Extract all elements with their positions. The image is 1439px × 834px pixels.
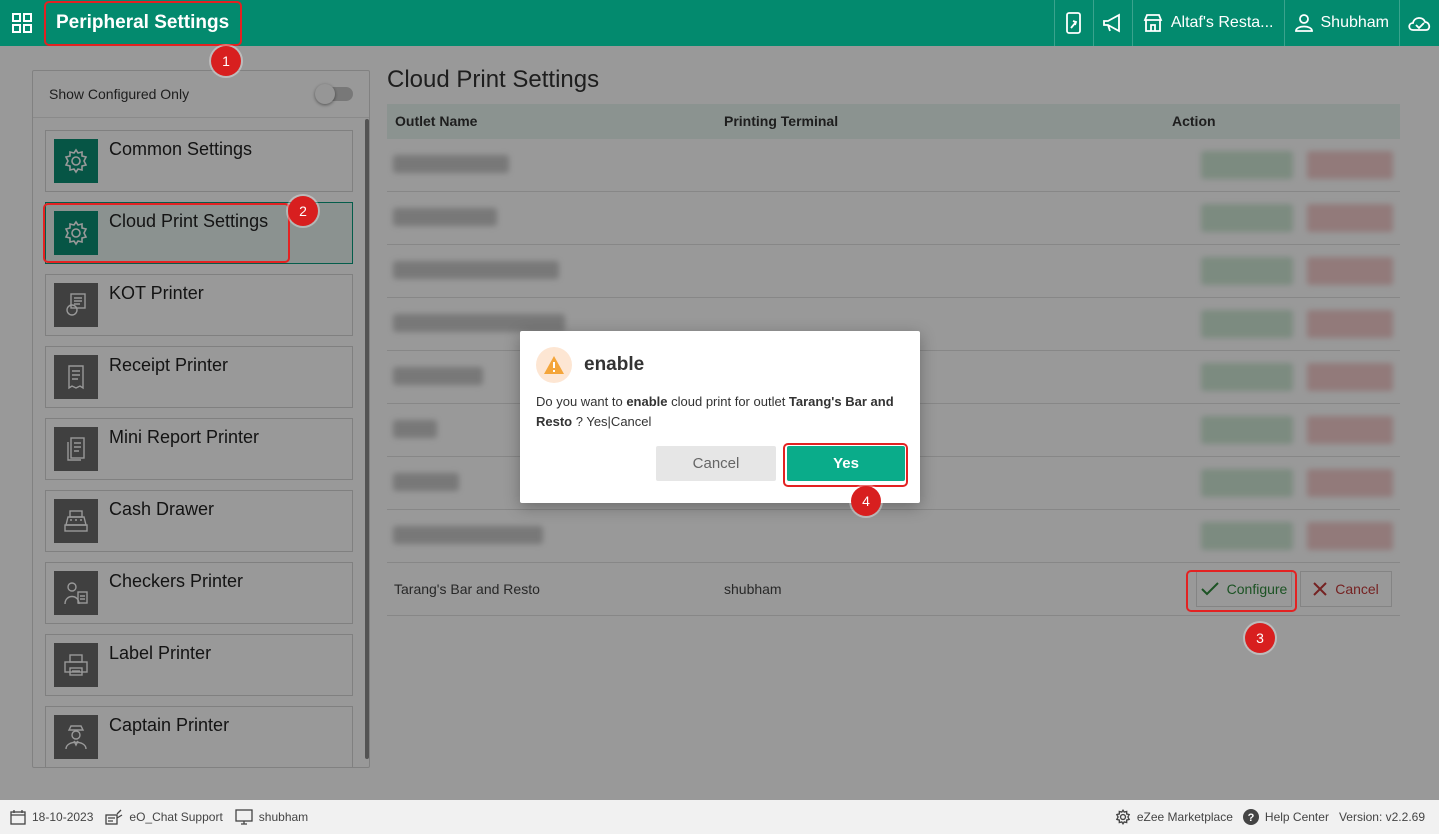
monitor-icon [235, 809, 253, 825]
step-badge-2: 2 [288, 196, 318, 226]
calendar-icon [10, 810, 26, 825]
megaphone-icon[interactable] [1092, 0, 1132, 46]
dialog-message-mid: cloud print for outlet [667, 394, 789, 409]
highlight-cloud-print-item [43, 203, 290, 263]
dialog-message-prefix: Do you want to [536, 394, 627, 409]
chat-support-icon [105, 809, 123, 825]
help-text: Help Center [1264, 810, 1329, 824]
status-bar: 18-10-2023 eO_Chat Support shubham eZee … [0, 800, 1439, 834]
user-name: Shubham [1320, 14, 1390, 31]
dialog-message-suffix: ? Yes|Cancel [572, 414, 652, 429]
highlight-configure-button [1186, 570, 1297, 612]
step-badge-1: 1 [211, 46, 241, 76]
dialog-message: Do you want to enable cloud print for ou… [536, 392, 906, 432]
cloud-check-icon[interactable] [1399, 0, 1439, 46]
store-icon [1143, 14, 1163, 32]
terminal-text: shubham [258, 810, 309, 824]
step-badge-3: 3 [1245, 623, 1275, 653]
footer-terminal: shubham [235, 809, 308, 825]
user-menu[interactable]: Shubham [1283, 0, 1400, 46]
device-sync-icon[interactable] [1053, 0, 1093, 46]
dialog-message-action: enable [626, 394, 668, 409]
step-badge-4: 4 [851, 486, 881, 516]
footer-marketplace[interactable]: eZee Marketplace [1115, 809, 1233, 825]
chat-text: eO_Chat Support [129, 810, 223, 824]
dialog-cancel-button[interactable]: Cancel [656, 446, 776, 481]
highlight-page-title [44, 1, 242, 46]
footer-help-center[interactable]: ? Help Center [1242, 809, 1329, 825]
date-text: 18-10-2023 [32, 810, 94, 824]
version-text: Version: v2.2.69 [1338, 810, 1425, 824]
footer-date: 18-10-2023 [10, 809, 93, 825]
svg-text:?: ? [1248, 812, 1255, 824]
warning-icon [536, 347, 572, 383]
outlet-name: Altaf's Resta... [1170, 14, 1274, 31]
footer-chat-support[interactable]: eO_Chat Support [105, 809, 223, 825]
help-icon: ? [1242, 809, 1259, 825]
outlet-selector[interactable]: Altaf's Resta... [1131, 0, 1284, 46]
apps-grid-icon[interactable] [0, 0, 44, 46]
gear-icon [1115, 809, 1130, 825]
highlight-yes-button [783, 443, 908, 487]
user-icon [1294, 14, 1313, 32]
dialog-title: enable [584, 354, 645, 375]
marketplace-text: eZee Marketplace [1136, 810, 1233, 824]
